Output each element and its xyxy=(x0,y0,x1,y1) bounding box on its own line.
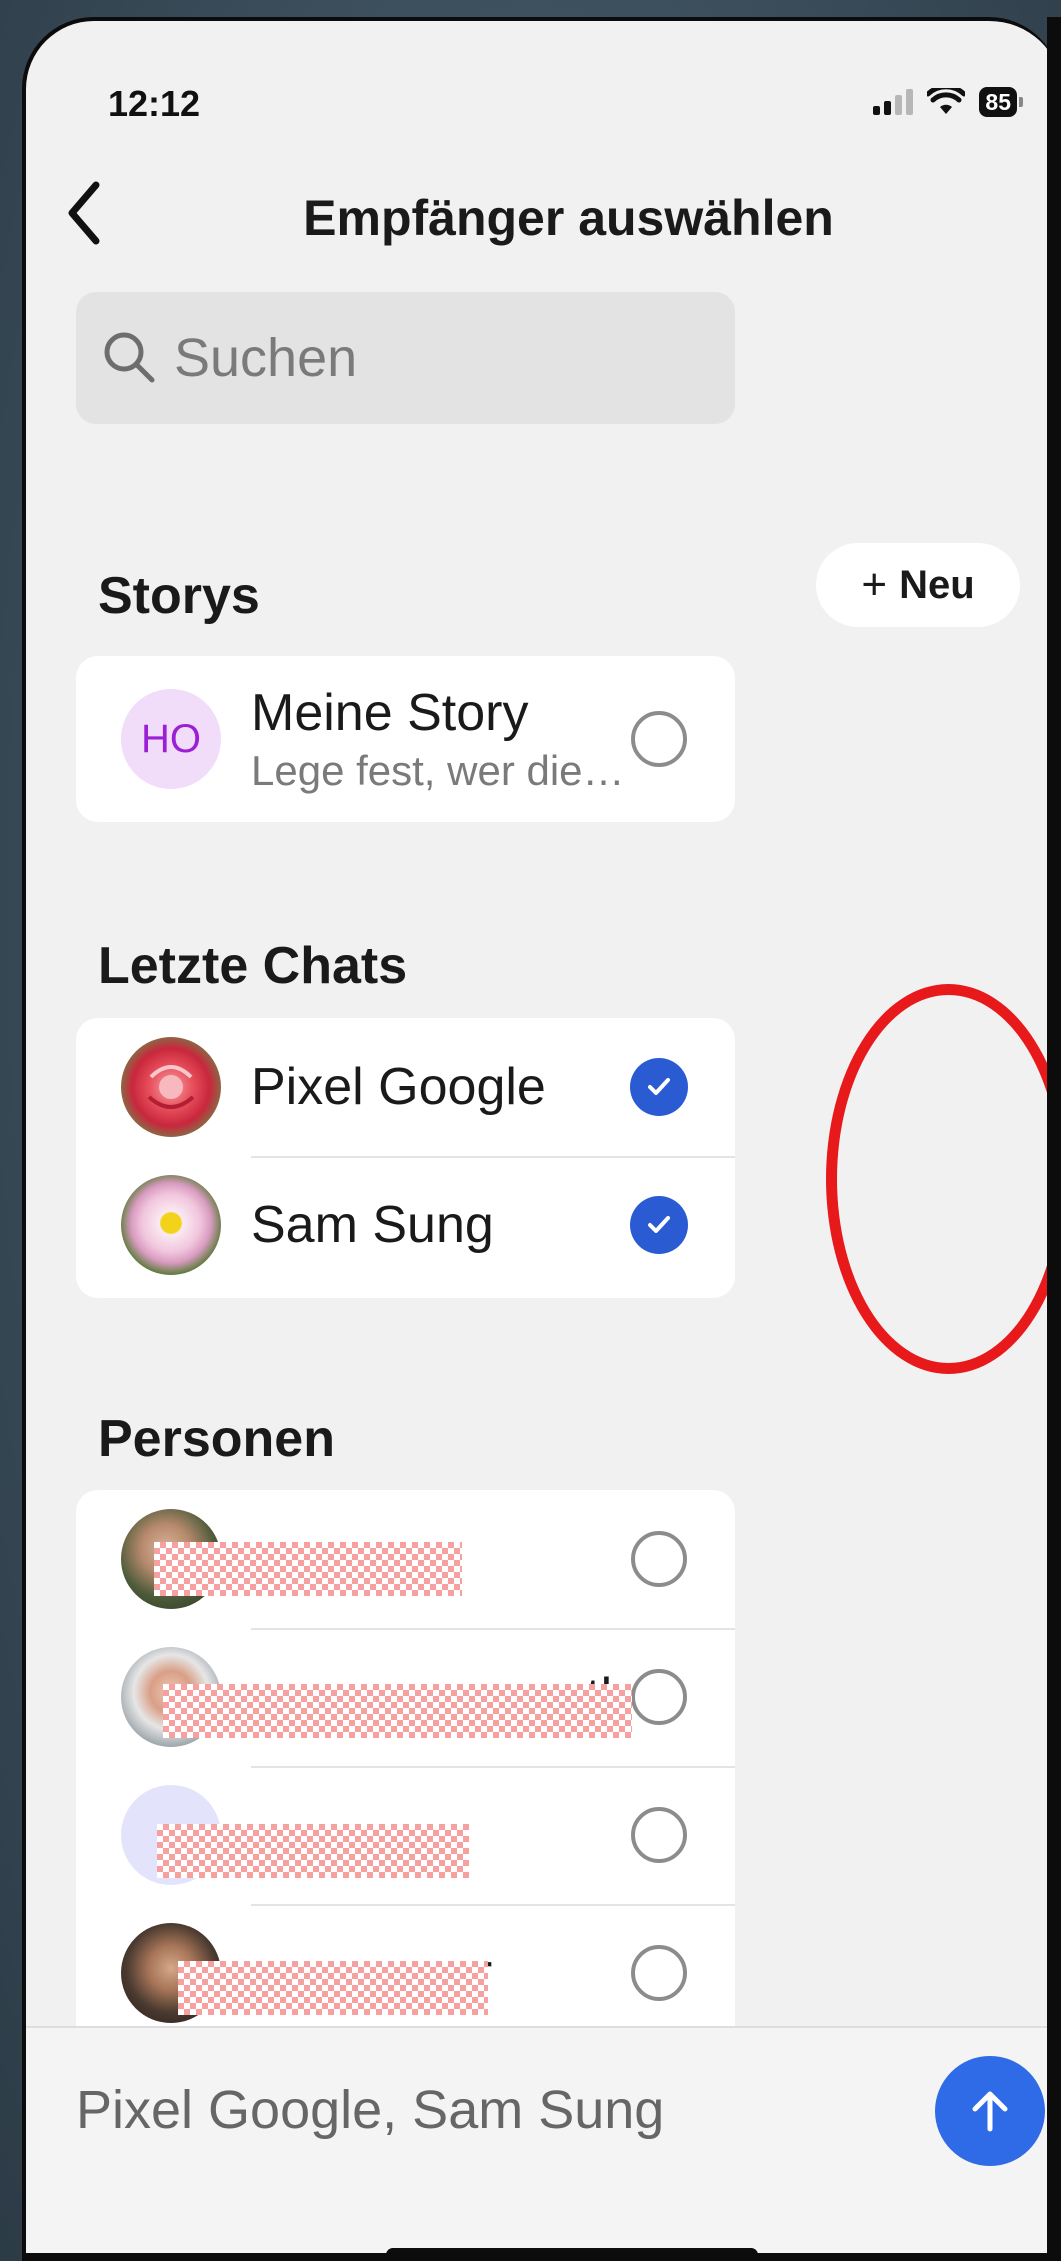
cellular-signal-icon xyxy=(873,89,914,115)
section-title-storys: Storys xyxy=(98,567,260,625)
search-input[interactable] xyxy=(172,326,696,390)
select-radio[interactable] xyxy=(631,1669,687,1725)
page-title: Empfänger auswählen xyxy=(303,190,834,246)
section-title-people: Personen xyxy=(98,1410,335,1468)
section-title-recent-chats: Letzte Chats xyxy=(98,937,408,995)
select-radio[interactable] xyxy=(631,1945,687,2001)
plus-icon: + xyxy=(861,560,888,609)
redacted-name-overlay xyxy=(154,1542,462,1596)
phone-screen: 12:12 85 Empfänger auswählen Storys xyxy=(22,17,1061,2261)
send-button[interactable] xyxy=(935,2056,1045,2166)
battery-level: 85 xyxy=(979,87,1017,117)
select-radio[interactable] xyxy=(631,1807,687,1863)
list-item-pixel-google[interactable]: Pixel Google xyxy=(76,1018,735,1156)
search-icon xyxy=(104,332,155,383)
highlight-annotation-ring xyxy=(826,984,1061,1374)
new-story-label: Neu xyxy=(899,562,975,607)
recent-chats-card: Pixel Google Sam Sung xyxy=(76,1018,735,1298)
list-item-sam-sung[interactable]: Sam Sung xyxy=(76,1156,735,1294)
list-item-my-story[interactable]: HO Meine Story Lege fest, wer diese Stor… xyxy=(76,656,735,822)
selected-checkmark[interactable] xyxy=(630,1196,688,1254)
story-subtitle: Lege fest, wer diese Story s… xyxy=(251,747,631,794)
redacted-name-overlay xyxy=(157,1824,469,1878)
checkmark-icon xyxy=(648,1216,670,1233)
redacted-name-overlay xyxy=(178,1961,488,2015)
redacted-name-overlay xyxy=(163,1684,632,1738)
select-radio[interactable] xyxy=(631,711,687,767)
story-name: Meine Story xyxy=(251,684,529,742)
battery-icon: 85 xyxy=(979,87,1023,117)
bottom-bar xyxy=(26,2026,1061,2261)
checkmark-icon xyxy=(648,1078,670,1095)
selected-checkmark[interactable] xyxy=(630,1058,688,1116)
avatar: HO xyxy=(121,689,221,789)
new-story-button[interactable]: + Neu xyxy=(816,543,1020,627)
contact-name: Sam Sung xyxy=(251,1196,494,1254)
arrow-up-icon xyxy=(972,2091,1008,2132)
status-time: 12:12 xyxy=(108,83,201,124)
phone-frame-edge xyxy=(22,2253,1061,2261)
avatar-rose-photo xyxy=(121,1037,221,1137)
wifi-icon xyxy=(927,88,966,114)
phone-frame-edge xyxy=(1047,17,1061,2261)
status-icons: 85 xyxy=(873,87,1023,117)
search-bar[interactable] xyxy=(76,292,735,424)
select-radio[interactable] xyxy=(631,1531,687,1587)
contact-name: Pixel Google xyxy=(251,1058,546,1116)
avatar-daisy-photo xyxy=(121,1175,221,1275)
stories-card: HO Meine Story Lege fest, wer diese Stor… xyxy=(76,656,735,822)
selected-recipients-text: Pixel Google, Sam Sung xyxy=(76,2080,665,2140)
